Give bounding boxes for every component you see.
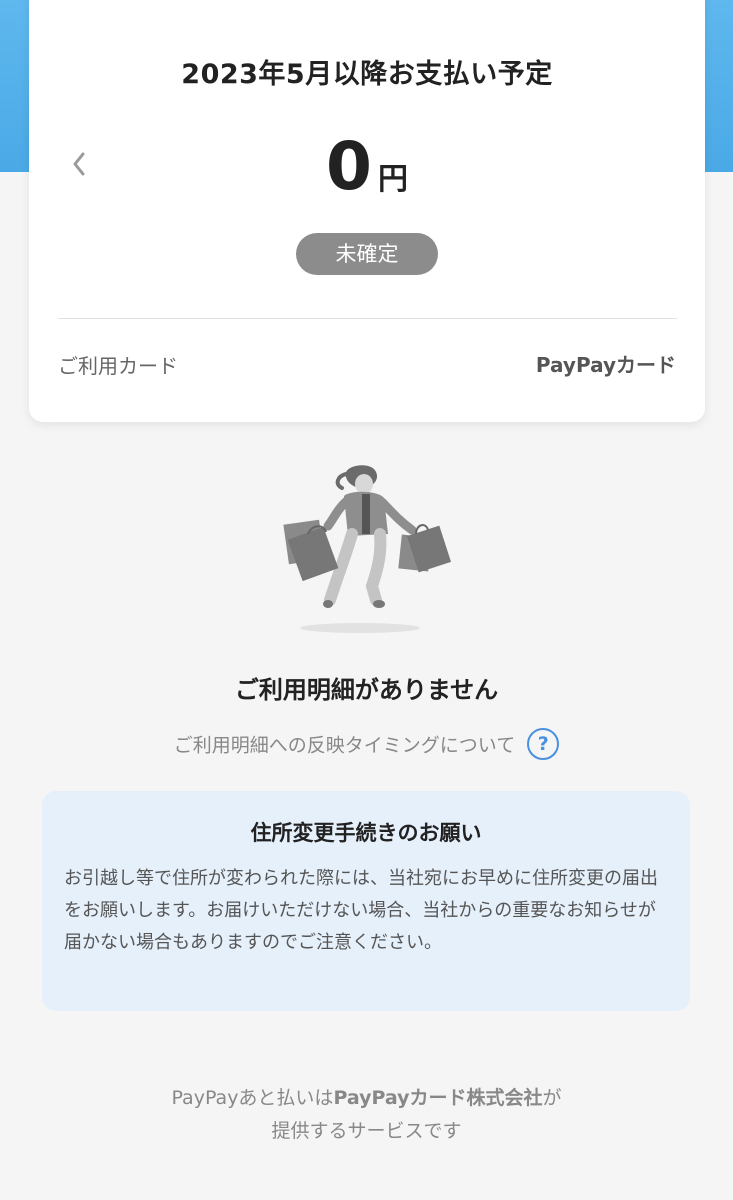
footer-provider-text: PayPayあと払いはPayPayカード株式会社が 提供するサービスです — [0, 1082, 733, 1148]
footer-prefix: PayPayあと払いは — [171, 1087, 334, 1109]
footer-line-1: PayPayあと払いはPayPayカード株式会社が — [0, 1082, 733, 1115]
card-used-label: ご利用カード — [58, 354, 178, 378]
timing-info-row: ご利用明細への反映タイミングについて? — [0, 728, 733, 760]
divider — [58, 318, 677, 319]
payment-summary-card: 2023年5月以降お支払い予定 0円 未確定 ご利用カード PayPayカード — [29, 0, 705, 422]
address-change-notice: 住所変更手続きのお願い お引越し等で住所が変わられた際には、当社宛にお早めに住所… — [42, 791, 690, 1011]
question-circle-icon[interactable]: ? — [527, 728, 560, 760]
notice-title: 住所変更手続きのお願い — [250, 821, 482, 845]
footer-line-2: 提供するサービスです — [271, 1120, 462, 1142]
amount-value: 0 — [326, 128, 372, 205]
timing-info-link[interactable]: ご利用明細への反映タイミングについて — [174, 735, 515, 757]
empty-state-title: ご利用明細がありません — [234, 676, 499, 704]
footer-company: PayPayカード株式会社 — [333, 1087, 543, 1109]
notice-body: お引越し等で住所が変わられた際には、当社宛にお早めに住所変更の届出をお願いします… — [64, 868, 658, 953]
status-badge: 未確定 — [296, 233, 438, 275]
card-used-value: PayPayカード — [535, 353, 676, 377]
footer-suffix: が — [542, 1087, 562, 1109]
amount-unit: 円 — [377, 162, 408, 197]
payment-amount: 0円 — [29, 128, 705, 205]
shopping-person-illustration — [276, 458, 460, 638]
payment-period-title: 2023年5月以降お支払い予定 — [181, 59, 553, 90]
